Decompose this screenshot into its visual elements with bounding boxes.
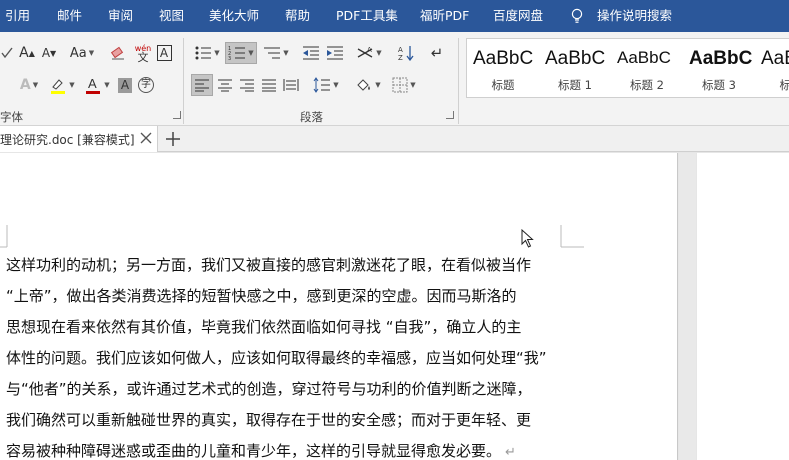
style-heading-3[interactable]: AaBbC 标题 3 [683,39,755,97]
font-dialog-launcher-icon[interactable] [173,111,181,119]
chinese-layout-icon[interactable]: A ▼ [354,42,384,64]
style-name: 标题 2 [630,78,664,92]
paragraph-shading-icon[interactable]: ▼ [352,74,384,96]
document-area: 这样功利的动机；另一方面，我们又被直接的感官刺激迷花了眼，在看似被当作 “上帝”… [0,153,789,460]
text-line: 体性的问题。我们应该如何做人，应该如何取得最终的幸福感，应当如何处理“我” [6,349,547,367]
bullets-icon[interactable]: ▼ [192,42,222,64]
style-heading-more[interactable]: AaBb 标题 [755,39,789,97]
character-border-icon[interactable]: A [155,42,173,64]
increase-indent-icon[interactable] [324,42,346,64]
text-line: 与“他者”的关系，或许通过艺术式的创造，穿过符号与功利的价值判断之迷障， [6,380,532,398]
align-right-button[interactable] [236,74,258,96]
menu-item-foxit-pdf[interactable]: 福昕PDF [420,0,469,32]
text-effects-icon[interactable]: A ▼ [14,74,44,96]
tell-me-search[interactable]: 操作说明搜索 [597,0,672,32]
change-case-button[interactable]: Aa ▼ [66,42,98,64]
paragraph-mark: ↵ [505,445,516,460]
menu-item-view[interactable]: 视图 [159,0,184,32]
sort-icon[interactable]: AZ [396,42,418,64]
text-line: 这样功利的动机；另一方面，我们又被直接的感官刺激迷花了眼，在看似被当作 [6,256,532,274]
body-paragraph[interactable]: 这样功利的动机；另一方面，我们又被直接的感官刺激迷花了眼，在看似被当作 “上帝”… [6,250,564,460]
font-color-icon[interactable]: A ▼ [82,74,112,96]
text-line: 我们确然可以重新触碰世界的真实，取得存在于世的安全感；而对于更年轻、更 [6,411,532,429]
phonetic-guide-icon[interactable]: wén 文 [134,42,152,64]
style-sample: AaBbC [545,48,606,69]
styles-gallery: AaBbC 标题 AaBbC 标题 1 AaBbC 标题 2 AaBbC 标题 … [466,38,789,98]
paragraph-group-label: 段落 [300,110,323,124]
style-name: 标题 3 [702,78,736,92]
align-center-button[interactable] [214,74,236,96]
group-separator [458,38,459,124]
font-group-label: 字体 [0,110,23,124]
distributed-align-button[interactable] [280,74,302,96]
borders-icon[interactable]: ▼ [388,74,420,96]
style-name: 标题 [491,78,515,92]
style-name: 标题 [755,77,789,93]
menu-item-references[interactable]: 引用 [5,0,30,32]
side-panel [697,153,789,460]
style-title[interactable]: AaBbC 标题 [467,39,539,97]
menu-item-mailings[interactable]: 邮件 [57,0,82,32]
show-formatting-marks-icon[interactable]: ↵ [426,42,448,64]
character-shading-icon[interactable]: A [116,74,134,96]
text-line: 思想现在看来依然有其价值，毕竟我们依然面临如何寻找 “自我”，确立人的主 [6,318,522,336]
multilevel-list-icon[interactable]: ▼ [260,42,292,64]
plus-icon[interactable] [164,130,182,148]
menu-bar: 引用 邮件 审阅 视图 美化大师 帮助 PDF工具集 福昕PDF 百度网盘 操作… [0,0,789,32]
menu-item-review[interactable]: 审阅 [108,0,133,32]
crop-mark-right [560,225,584,248]
grow-font-button[interactable]: A ▲ [17,42,37,64]
numbering-icon[interactable]: 1 2 3 ▼ [225,42,257,64]
style-name: 标题 1 [558,78,592,92]
document-tab[interactable]: 理论研究.doc [兼容模式] [0,126,158,152]
line-spacing-icon[interactable]: ▼ [310,74,342,96]
text-line-content: 容易被种种障碍迷惑或歪曲的儿童和青少年，这样的引导就显得愈发必要。 [6,442,502,460]
decrease-indent-icon[interactable] [300,42,322,64]
ribbon: A ▲ A ▼ Aa ▼ wén 文 A A ▼ ▼ A ▼ A 字 字体 ▼ 1 2 3 ▼ ▼ [0,32,789,126]
svg-text:A: A [88,76,97,91]
style-heading-2[interactable]: AaBbC 标题 2 [611,39,683,97]
menu-item-pdf-tools[interactable]: PDF工具集 [336,0,398,32]
align-left-button[interactable] [191,74,213,96]
clear-formatting-icon[interactable] [108,42,128,64]
enclose-characters-icon[interactable]: 字 [137,74,155,96]
style-sample: AaBbC [617,48,671,67]
style-heading-1[interactable]: AaBbC 标题 1 [539,39,611,97]
shrink-font-button[interactable]: A ▼ [39,42,59,64]
svg-text:A: A [367,46,372,54]
paragraph-dialog-launcher-icon[interactable] [446,111,454,119]
document-tab-strip: 理论研究.doc [兼容模式] [0,126,789,152]
style-sample: AaBb [761,48,789,69]
document-tab-title: 理论研究.doc [兼容模式] [0,133,135,147]
group-separator [183,38,184,124]
menu-item-beautify[interactable]: 美化大师 [209,0,259,32]
style-sample: AaBbC [473,48,534,69]
mouse-cursor-icon [521,229,534,248]
vertical-scrollbar[interactable] [679,153,696,460]
svg-text:A: A [398,46,403,54]
svg-text:3: 3 [228,56,231,61]
menu-item-help[interactable]: 帮助 [285,0,310,32]
crop-mark-left [0,225,8,248]
document-page[interactable]: 这样功利的动机；另一方面，我们又被直接的感官刺激迷花了眼，在看似被当作 “上帝”… [0,153,678,460]
svg-text:Z: Z [398,54,403,61]
close-icon[interactable] [139,131,153,145]
text-line: “上帝”，做出各类消费选择的短暂快感之中，感到更深的空虚。因而马斯洛的 [6,287,517,305]
style-sample: AaBbC [689,48,753,69]
justify-button[interactable] [258,74,280,96]
checkmark-icon[interactable] [0,42,14,64]
lightbulb-icon [571,8,583,23]
text-line-last: 容易被种种障碍迷惑或歪曲的儿童和青少年，这样的引导就显得愈发必要。 ↵ [6,436,564,460]
menu-item-baidu-netdisk[interactable]: 百度网盘 [493,0,543,32]
highlight-color-icon[interactable]: ▼ [46,74,78,96]
